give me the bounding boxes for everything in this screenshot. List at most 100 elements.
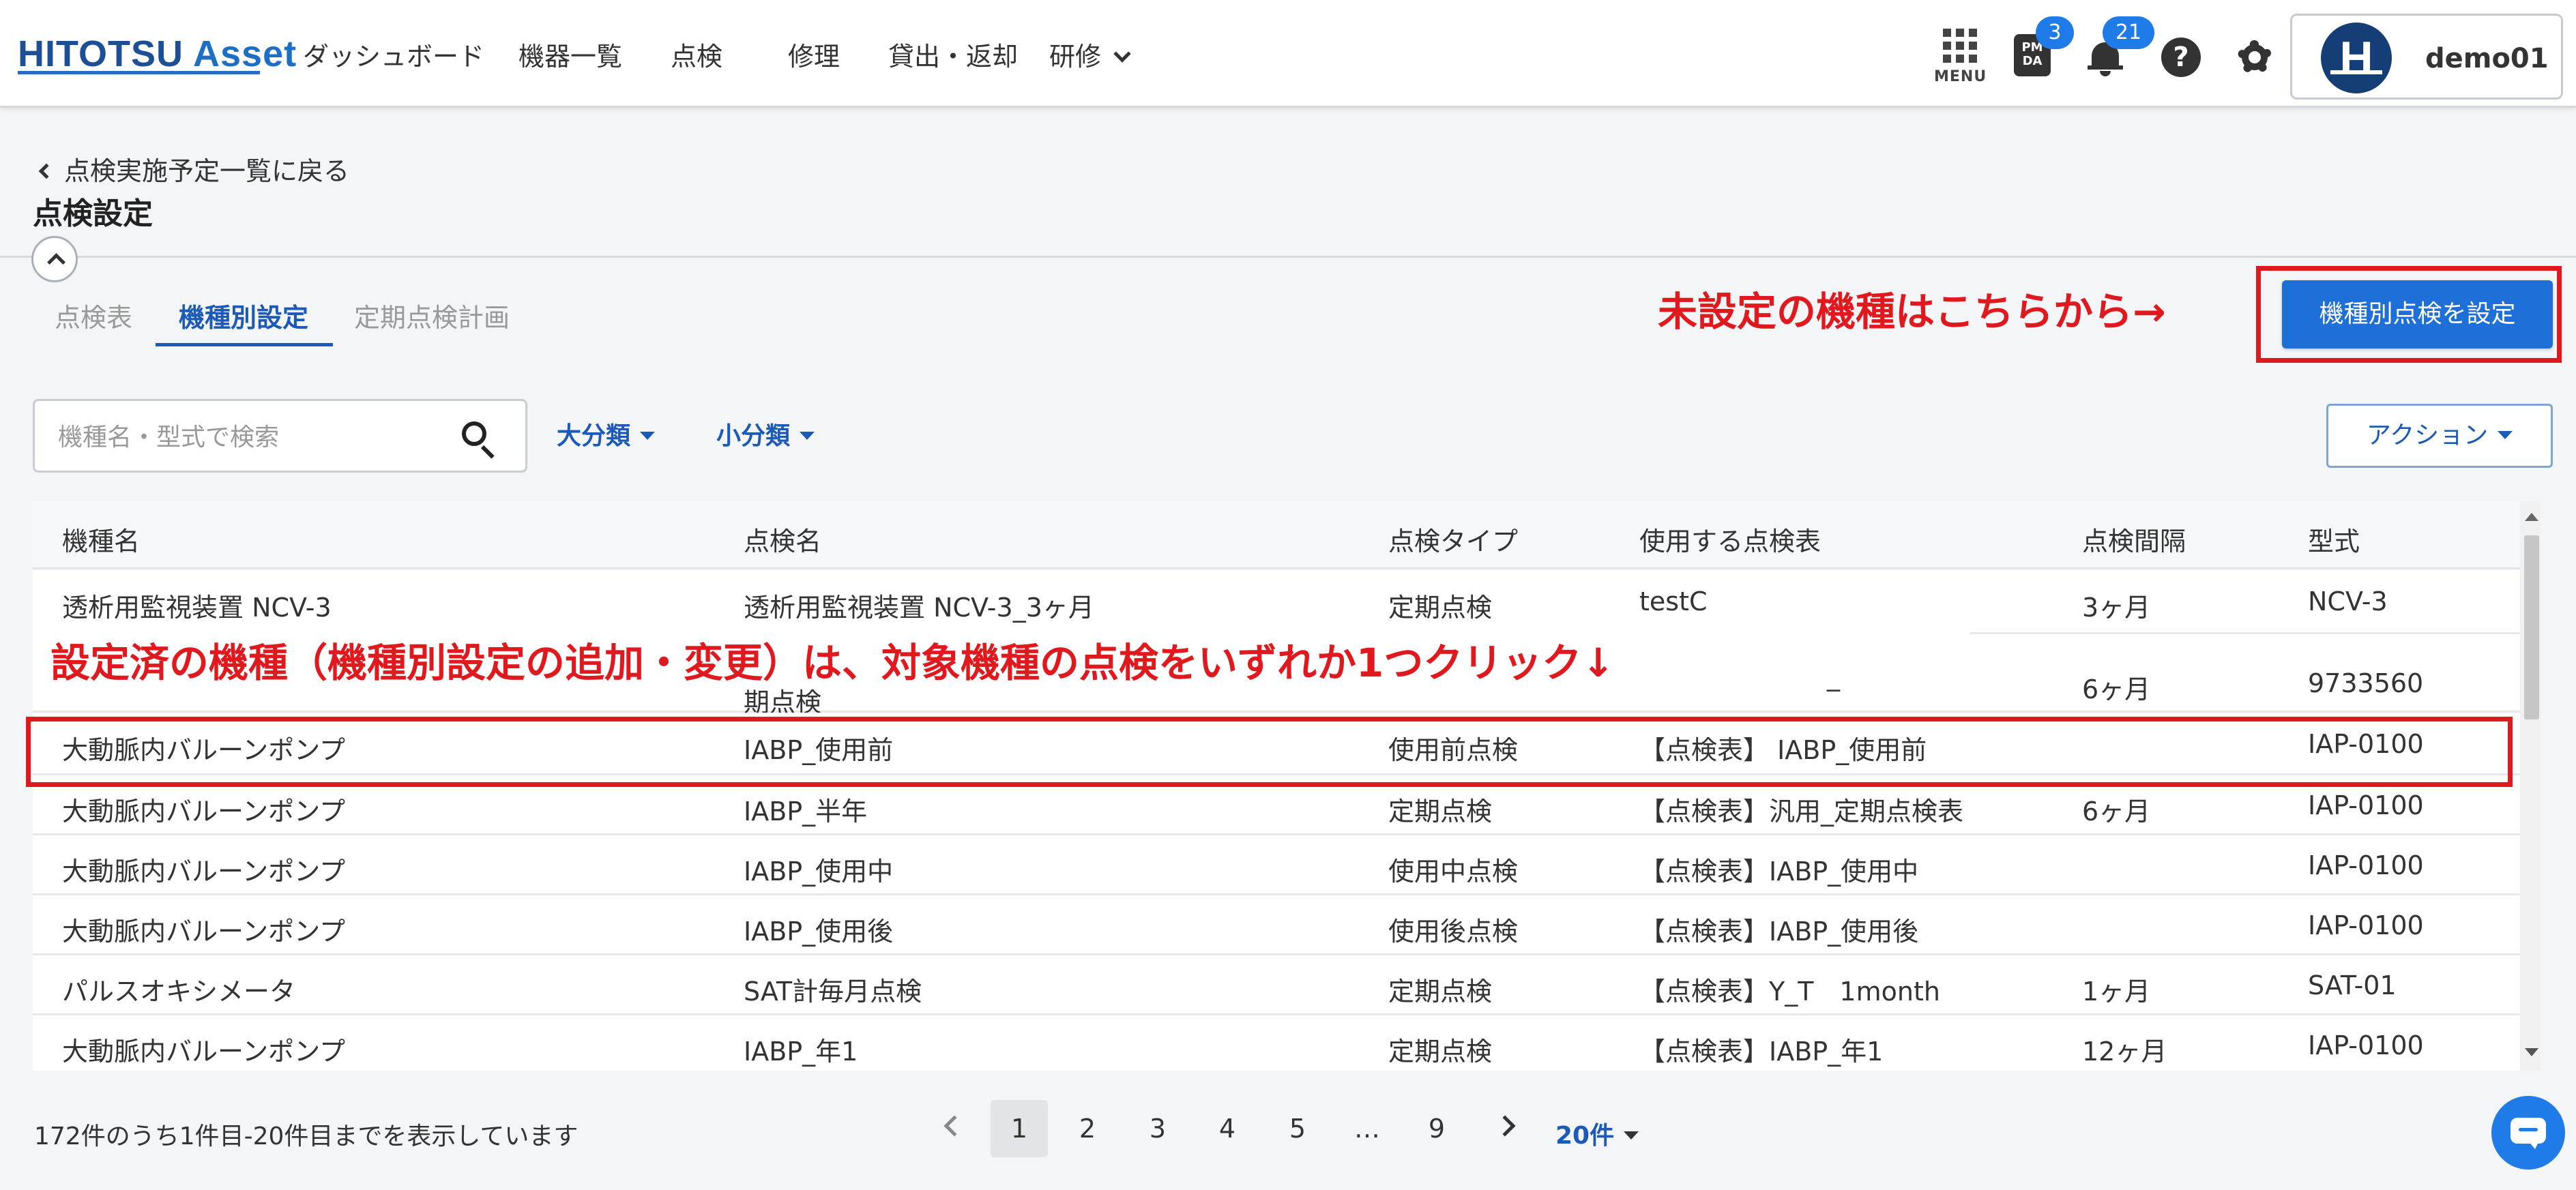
cell-sheet: 【点検表】IABP_年1 (1639, 1037, 1884, 1067)
page-title: 点検設定 (33, 196, 153, 231)
cell-code: IAP-0100 (2308, 1030, 2424, 1060)
top-bar: HITOTSU Asset ダッシュボード 機器一覧 点検 修理 貸出・返却 研… (0, 0, 2576, 108)
column-header-inspection[interactable]: 点検名 (744, 520, 821, 558)
per-page-select[interactable]: 20件 (1555, 1116, 1639, 1151)
filter-major-dropdown[interactable]: 大分類 (557, 416, 656, 451)
cell-type: 定期点検 (1388, 797, 1493, 827)
nav-lending[interactable]: 貸出・返却 (888, 35, 1018, 73)
scrollbar-thumb[interactable] (2524, 535, 2539, 719)
cell-sheet: testC (1639, 586, 1708, 616)
column-header-code[interactable]: 型式 (2308, 520, 2360, 558)
table-row[interactable]: 大動脈内バルーンポンプ IABP_年1 定期点検 【点検表】IABP_年1 12… (33, 1015, 2520, 1071)
logo-main: HITOTSU (18, 33, 194, 74)
tab-periodic-plan[interactable]: 定期点検計画 (354, 297, 510, 334)
cell-interval: 3ヶ月 (2082, 593, 2151, 623)
chevron-left-icon[interactable] (943, 1115, 965, 1137)
cell-code: SAT-01 (2308, 970, 2397, 1000)
cell-type: 使用中点検 (1388, 857, 1519, 887)
table-header: 機種名 点検名 点検タイプ 使用する点検表 点検間隔 型式 (33, 501, 2520, 569)
cell-type: 定期点検 (1388, 977, 1493, 1007)
scroll-down-icon[interactable] (2525, 1048, 2538, 1056)
cell-model: 透析用監視装置 NCV-3 (62, 593, 332, 623)
cell-sheet: 【点検表】IABP_使用後 (1639, 917, 1919, 947)
table-row[interactable]: パルスオキシメータ SAT計毎月点検 定期点検 【点検表】Y_T 1month … (33, 955, 2520, 1015)
column-header-type[interactable]: 点検タイプ (1388, 520, 1518, 558)
active-tab-indicator (156, 343, 333, 346)
user-menu[interactable]: H demo01 (2290, 14, 2563, 100)
help-icon[interactable]: ? (2161, 38, 2201, 77)
chat-button[interactable] (2491, 1096, 2565, 1170)
caret-down-icon (2498, 431, 2513, 439)
table-row[interactable]: 大動脈内バルーンポンプ IABP_使用中 使用中点検 【点検表】IABP_使用中… (33, 835, 2520, 895)
page-1[interactable]: 1 (991, 1100, 1048, 1157)
cell-interval: 12ヶ月 (2082, 1037, 2167, 1067)
filter-major-label: 大分類 (557, 422, 631, 450)
collapse-button[interactable] (31, 236, 78, 282)
cell-model: 大動脈内バルーンポンプ (62, 797, 345, 827)
menu-label: MENU (1934, 68, 1987, 85)
app-logo[interactable]: HITOTSU Asset (18, 33, 297, 75)
tab-model-settings[interactable]: 機種別設定 (179, 297, 308, 334)
filter-minor-label: 小分類 (716, 422, 791, 450)
column-header-model[interactable]: 機種名 (62, 520, 140, 558)
column-header-sheet[interactable]: 使用する点検表 (1639, 520, 1821, 558)
search-icon[interactable] (462, 421, 496, 459)
scroll-up-icon[interactable] (2525, 513, 2538, 521)
cell-model: 大動脈内バルーンポンプ (62, 857, 345, 887)
back-link[interactable]: 点検実施予定一覧に戻る (38, 150, 350, 188)
page-5[interactable]: 5 (1269, 1100, 1326, 1157)
page-4[interactable]: 4 (1199, 1100, 1256, 1157)
column-header-interval[interactable]: 点検間隔 (2082, 520, 2186, 558)
pmda-badge: 3 (2036, 16, 2074, 49)
divider (0, 256, 2576, 258)
chevron-down-icon (1113, 45, 1131, 63)
action-button[interactable]: アクション (2326, 404, 2553, 468)
cell-type: 定期点検 (1388, 1037, 1493, 1067)
cell-inspection: IABP_年1 (744, 1037, 858, 1067)
chat-bubble-icon (2511, 1118, 2546, 1149)
notification-badge: 21 (2103, 16, 2154, 49)
page-9[interactable]: 9 (1408, 1100, 1465, 1157)
cell-interval: 1ヶ月 (2082, 977, 2151, 1007)
per-page-label: 20件 (1555, 1122, 1615, 1150)
annotation-mid: 設定済の機種（機種別設定の追加・変更）は、対象機種の点検をいずれか1つクリック↓ (50, 640, 1615, 686)
nav-training-label: 研修 (1049, 42, 1102, 72)
cell-interval: 6ヶ月 (2082, 797, 2151, 827)
page-2[interactable]: 2 (1059, 1100, 1116, 1157)
chevron-left-icon (38, 163, 55, 179)
caret-down-icon (640, 432, 656, 440)
nav-repair[interactable]: 修理 (788, 35, 840, 73)
logo-accent: Asset (193, 33, 297, 74)
search-input[interactable] (58, 418, 440, 456)
tab-inspection-sheet[interactable]: 点検表 (55, 297, 132, 334)
cell-code: IAP-0100 (2308, 850, 2424, 880)
filter-minor-dropdown[interactable]: 小分類 (716, 416, 815, 451)
cell-model: 大動脈内バルーンポンプ (62, 1037, 345, 1067)
cell-inspection: IABP_半年 (744, 797, 868, 827)
chevron-right-icon[interactable] (1494, 1115, 1516, 1137)
page-3[interactable]: 3 (1129, 1100, 1186, 1157)
nav-inspection[interactable]: 点検 (671, 35, 722, 73)
pagination-summary: 172件のうち1件目-20件目までを表示しています (34, 1122, 579, 1150)
gear-icon[interactable] (2235, 38, 2274, 77)
logo-underline (18, 71, 260, 74)
caret-down-icon (1624, 1131, 1639, 1140)
cell-sheet: 【点検表】Y_T 1month (1639, 977, 1940, 1007)
set-model-inspection-button[interactable]: 機種別点検を設定 (2282, 280, 2553, 348)
nav-dashboard[interactable]: ダッシュボード (303, 35, 484, 73)
cell-code: 9733560 (2308, 668, 2424, 698)
cell-code: NCV-3 (2308, 586, 2388, 616)
cell-sheet: 【点検表】IABP_使用中 (1639, 857, 1919, 887)
caret-down-icon (800, 432, 815, 440)
back-link-label: 点検実施予定一覧に戻る (64, 156, 350, 186)
menu-grid-icon[interactable] (1943, 29, 1977, 63)
avatar: H (2321, 23, 2392, 93)
username: demo01 (2425, 43, 2549, 74)
cell-type: 使用後点検 (1388, 917, 1519, 947)
page-ellipsis: … (1354, 1114, 1380, 1144)
nav-device-list[interactable]: 機器一覧 (518, 35, 622, 73)
nav-training[interactable]: 研修 (1049, 35, 1131, 73)
table-row[interactable]: 大動脈内バルーンポンプ IABP_使用後 使用後点検 【点検表】IABP_使用後… (33, 895, 2520, 955)
cell-sheet: 【点検表】汎用_定期点検表 (1639, 797, 1964, 827)
cell-inspection: IABP_使用後 (744, 917, 894, 947)
